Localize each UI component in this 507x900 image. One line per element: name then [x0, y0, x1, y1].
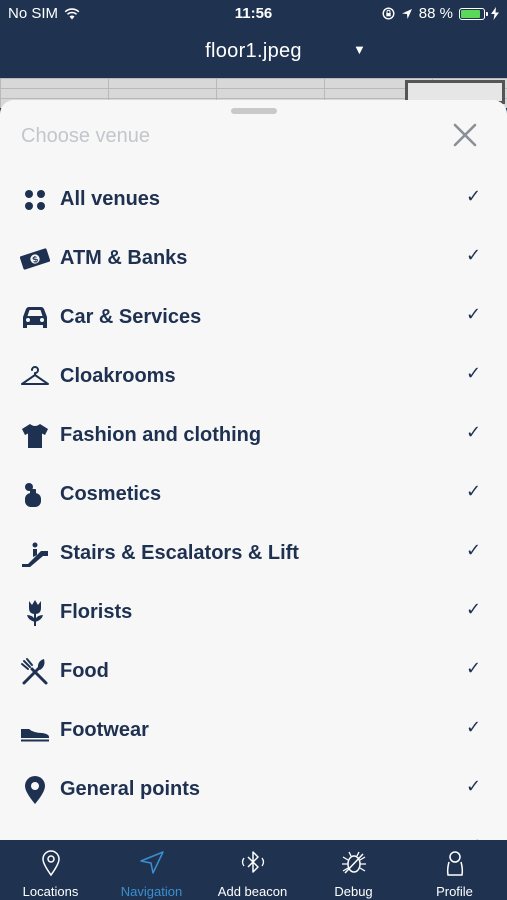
venue-label: Cloakrooms: [60, 365, 176, 387]
status-bar: No SIM 11:56 88 %: [0, 0, 507, 28]
title-bar[interactable]: floor1.jpeg ▼: [0, 28, 507, 78]
tab-label: Locations: [22, 884, 79, 899]
shoe-icon: [21, 728, 49, 742]
venue-row-footwear[interactable]: Footwear ✓: [0, 701, 507, 760]
check-icon: ✓: [466, 540, 482, 561]
screen-lock-icon: [382, 7, 395, 20]
grid-dots-icon: [25, 190, 45, 210]
tab-bar: Locations Navigation Add beacon Debug Pr…: [0, 840, 507, 900]
tab-navigation[interactable]: Navigation: [101, 840, 202, 900]
venue-label: Fashion and clothing: [60, 424, 262, 446]
check-icon: ✓: [466, 481, 482, 502]
venue-filter-sheet: Choose venue All venues ✓ $ ATM & Banks …: [0, 100, 507, 840]
check-icon: ✓: [466, 658, 482, 679]
sheet-header: Choose venue: [21, 125, 150, 147]
escalator-icon: [22, 542, 48, 567]
navigation-arrow-icon: [140, 851, 164, 874]
check-icon: ✓: [466, 422, 482, 443]
sheet-grabber-handle[interactable]: [231, 108, 277, 114]
tab-locations[interactable]: Locations: [0, 840, 101, 900]
tab-debug[interactable]: Debug: [303, 840, 404, 900]
user-icon: [446, 851, 464, 876]
hanger-icon: [21, 366, 49, 385]
car-icon: [23, 307, 47, 328]
cosmetics-icon: [25, 483, 41, 507]
venue-label: General points: [60, 778, 201, 800]
check-icon: ✓: [466, 776, 482, 797]
venue-row-general-points[interactable]: General points ✓: [0, 760, 507, 819]
charging-bolt-icon: [491, 7, 499, 20]
tab-label: Profile: [436, 884, 473, 899]
check-icon: ✓: [466, 599, 482, 620]
close-icon[interactable]: [448, 118, 482, 152]
venue-row-cloakrooms[interactable]: Cloakrooms ✓: [0, 347, 507, 406]
tab-label: Add beacon: [217, 884, 288, 899]
venue-row-florists[interactable]: Florists ✓: [0, 583, 507, 642]
venue-label: All venues: [60, 188, 161, 210]
venue-label: ATM & Banks: [60, 247, 188, 269]
tshirt-icon: [22, 424, 48, 448]
battery-icon: [459, 7, 488, 20]
tab-profile[interactable]: Profile: [404, 840, 505, 900]
venue-label: Florists: [60, 601, 133, 623]
venue-row-car-services[interactable]: Car & Services ✓: [0, 288, 507, 347]
venue-label: Cosmetics: [60, 483, 162, 505]
floor-title[interactable]: floor1.jpeg: [0, 40, 507, 63]
map-pin-icon: [25, 776, 45, 804]
venue-label: Food: [60, 660, 109, 682]
bluetooth-icon: [241, 851, 265, 873]
location-pin-icon: [42, 850, 60, 877]
battery-percent: 88 %: [418, 5, 453, 22]
fork-knife-icon: [21, 658, 48, 685]
dropdown-caret-icon[interactable]: ▼: [353, 42, 366, 57]
venue-list: All venues ✓ $ ATM & Banks ✓ Car & Servi…: [0, 170, 507, 840]
status-right: 88 %: [382, 5, 499, 22]
venue-row-atm-banks[interactable]: $ ATM & Banks ✓: [0, 229, 507, 288]
venue-label: Footwear: [60, 719, 149, 741]
venue-row-partial[interactable]: ✓: [0, 819, 507, 840]
check-icon: ✓: [466, 717, 482, 738]
tab-label: Debug: [334, 884, 373, 899]
tab-label: Navigation: [120, 884, 183, 899]
venue-row-food[interactable]: Food ✓: [0, 642, 507, 701]
check-icon: ✓: [466, 186, 482, 207]
venue-row-all-venues[interactable]: All venues ✓: [0, 170, 507, 229]
battery-level-fill: [461, 9, 481, 18]
flower-icon: [27, 600, 43, 626]
venue-row-fashion-clothing[interactable]: Fashion and clothing ✓: [0, 406, 507, 465]
venue-label: Stairs & Escalators & Lift: [60, 542, 299, 564]
venue-label: Car & Services: [60, 306, 202, 328]
location-arrow-icon: [401, 8, 412, 19]
check-icon: ✓: [466, 245, 482, 266]
banknote-icon: $: [20, 248, 50, 270]
check-icon: ✓: [466, 304, 482, 325]
venue-row-stairs-escalators-lift[interactable]: Stairs & Escalators & Lift ✓: [0, 524, 507, 583]
venue-row-cosmetics[interactable]: Cosmetics ✓: [0, 465, 507, 524]
bug-icon: [342, 851, 366, 874]
check-icon: ✓: [466, 363, 482, 384]
tab-add-beacon[interactable]: Add beacon: [202, 840, 303, 900]
